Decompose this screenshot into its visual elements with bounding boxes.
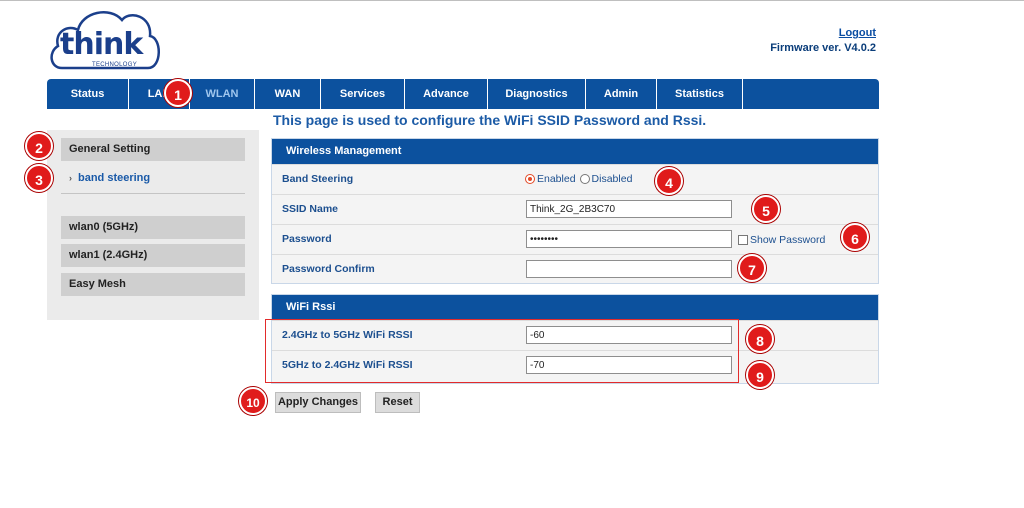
show-password-checkbox[interactable] xyxy=(738,235,748,245)
password-confirm-input[interactable] xyxy=(526,260,732,278)
sidebar-item-band-steering[interactable]: › band steering xyxy=(69,172,150,184)
annotation-badge: 10 xyxy=(239,387,267,415)
radio-disabled-label: Disabled xyxy=(591,173,633,185)
rssi-5-row: 5GHz to 2.4GHz WiFi RSSI xyxy=(272,350,878,380)
annotation-badge: 6 xyxy=(841,223,869,251)
password-confirm-row: Password Confirm xyxy=(272,254,878,284)
logo-wordmark: think xyxy=(60,27,143,62)
radio-enabled[interactable] xyxy=(525,174,535,184)
firmware-version: Firmware ver. V4.0.2 xyxy=(770,42,876,54)
annotation-badge: 3 xyxy=(25,164,53,192)
radio-enabled-label: Enabled xyxy=(537,173,576,185)
sidebar-item-easy-mesh[interactable]: Easy Mesh xyxy=(61,273,245,296)
sidebar-item-wlan0[interactable]: wlan0 (5GHz) xyxy=(61,216,245,239)
brand-logo: think TECHNOLOGY xyxy=(48,6,162,76)
rssi-24-row: 2.4GHz to 5GHz WiFi RSSI xyxy=(272,320,878,350)
show-password-label: Show Password xyxy=(750,234,826,246)
nav-wlan[interactable]: WLAN xyxy=(190,79,255,109)
rssi-5-label: 5GHz to 2.4GHz WiFi RSSI xyxy=(282,359,413,371)
nav-wan[interactable]: WAN xyxy=(255,79,321,109)
sidebar-item-wlan1[interactable]: wlan1 (2.4GHz) xyxy=(61,244,245,267)
annotation-badge: 2 xyxy=(25,132,53,160)
annotation-badge: 4 xyxy=(655,167,683,195)
logout-link[interactable]: Logout xyxy=(839,27,876,39)
reset-button[interactable]: Reset xyxy=(375,392,420,413)
section-heading: WiFi Rssi xyxy=(272,295,878,320)
nav-diagnostics[interactable]: Diagnostics xyxy=(488,79,586,109)
rssi-24-label: 2.4GHz to 5GHz WiFi RSSI xyxy=(282,329,413,341)
top-border xyxy=(0,0,1024,1)
rssi-24-input[interactable] xyxy=(526,326,732,344)
radio-disabled[interactable] xyxy=(579,174,590,184)
band-steering-row: Band Steering Enabled Disabled xyxy=(272,164,878,194)
annotation-badge: 7 xyxy=(738,254,766,282)
section-heading: Wireless Management xyxy=(272,139,878,164)
chevron-right-icon: › xyxy=(69,173,72,183)
password-label: Password xyxy=(282,233,332,245)
nav-statistics[interactable]: Statistics xyxy=(657,79,743,109)
wifi-rssi-panel: WiFi Rssi 2.4GHz to 5GHz WiFi RSSI 5GHz … xyxy=(271,294,879,384)
page-title: This page is used to configure the WiFi … xyxy=(273,112,707,128)
sidebar: General Setting › band steering wlan0 (5G… xyxy=(47,130,259,320)
nav-advance[interactable]: Advance xyxy=(405,79,488,109)
logo-subtext: TECHNOLOGY xyxy=(92,62,138,68)
nav-admin[interactable]: Admin xyxy=(586,79,657,109)
ssid-row: SSID Name xyxy=(272,194,878,224)
annotation-badge: 1 xyxy=(164,79,192,107)
ssid-label: SSID Name xyxy=(282,203,339,215)
password-confirm-label: Password Confirm xyxy=(282,263,375,275)
wireless-management-panel: Wireless Management Band Steering Enable… xyxy=(271,138,879,284)
rssi-5-input[interactable] xyxy=(526,356,732,374)
annotation-badge: 8 xyxy=(746,325,774,353)
apply-changes-button[interactable]: Apply Changes xyxy=(275,392,361,413)
password-input[interactable] xyxy=(526,230,732,248)
band-steering-label: Band Steering xyxy=(282,173,354,185)
ssid-input[interactable] xyxy=(526,200,732,218)
nav-services[interactable]: Services xyxy=(321,79,405,109)
annotation-badge: 5 xyxy=(752,195,780,223)
annotation-badge: 9 xyxy=(746,361,774,389)
sidebar-item-label: band steering xyxy=(78,172,151,184)
password-row: Password Show Password xyxy=(272,224,878,254)
sidebar-divider xyxy=(61,193,245,194)
nav-status[interactable]: Status xyxy=(47,79,129,109)
sidebar-item-general-setting[interactable]: General Setting xyxy=(61,138,245,161)
